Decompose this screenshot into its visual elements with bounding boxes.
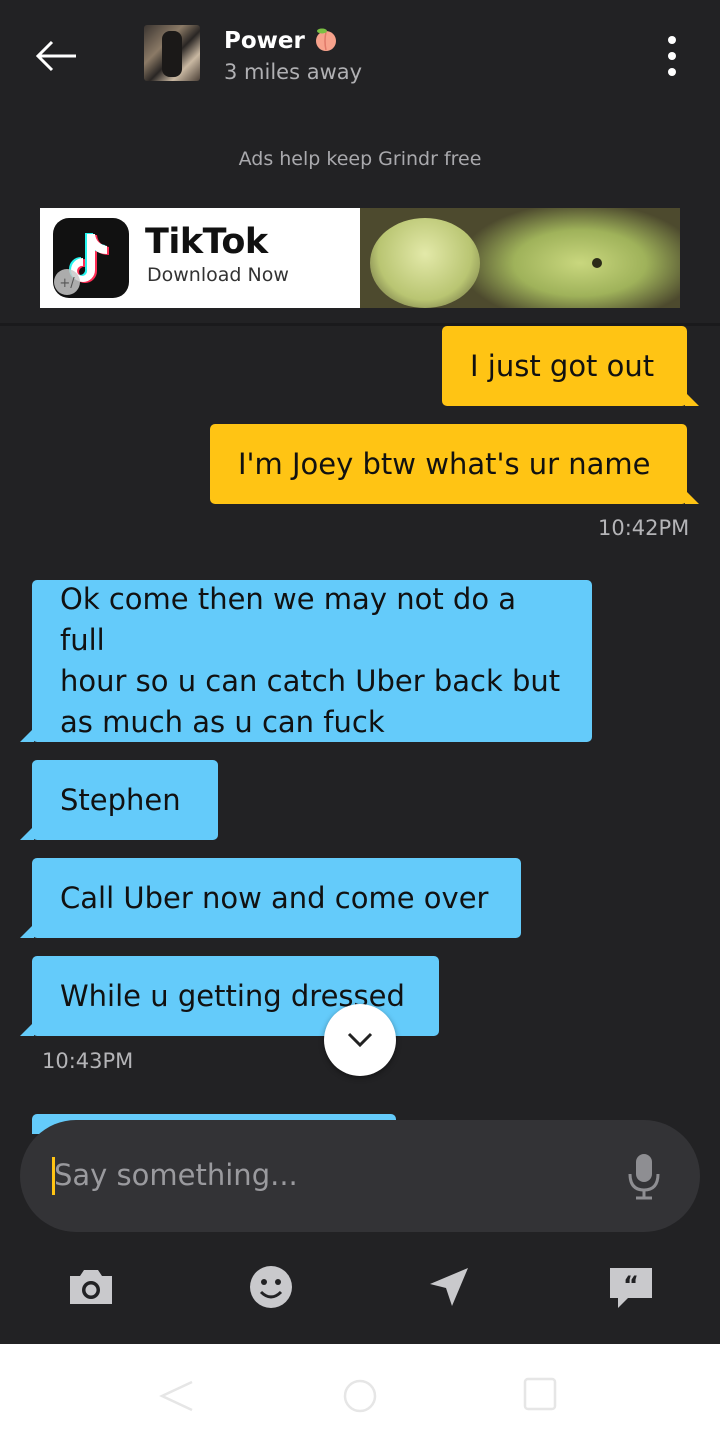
camera-icon[interactable] [66, 1262, 116, 1312]
message-text: Stephen [60, 782, 181, 817]
chevron-down-icon [347, 1032, 373, 1048]
nav-back-icon[interactable] [158, 1380, 194, 1412]
ad-brand: TikTok [145, 222, 268, 262]
emoji-icon[interactable] [246, 1262, 296, 1312]
received-message-bubble[interactable]: Call Uber now and come over [20, 858, 521, 938]
distance-label: 3 miles away [224, 60, 363, 84]
sent-message-bubble[interactable]: I'm Joey btw what's ur name [210, 424, 699, 504]
microphone-icon[interactable] [624, 1152, 664, 1202]
contact-name[interactable]: Power [224, 27, 339, 54]
message-line: Ok come then we may not do a full [60, 582, 517, 657]
saved-phrases-icon[interactable]: “ [606, 1262, 656, 1312]
received-message-bubble[interactable]: Ok come then we may not do a full hour s… [20, 579, 592, 743]
chat-header [0, 0, 720, 112]
location-icon[interactable] [424, 1262, 474, 1312]
back-arrow-icon[interactable] [30, 30, 82, 82]
scroll-to-bottom-button[interactable] [324, 1004, 396, 1076]
message-text: I'm Joey btw what's ur name [238, 446, 651, 481]
contact-name-text: Power [224, 28, 305, 54]
more-options-icon[interactable] [656, 32, 688, 82]
nav-home-icon[interactable] [342, 1378, 378, 1414]
message-line: as much as u can fuck [60, 705, 385, 739]
ad-image [360, 208, 680, 308]
sent-message-bubble[interactable]: I just got out [442, 326, 699, 406]
message-text: I just got out [470, 348, 655, 383]
svg-text:+/: +/ [59, 276, 75, 291]
ad-note: Ads help keep Grindr free [238, 148, 482, 170]
peach-emoji-icon [315, 28, 336, 51]
message-text: Ok come then we may not do a full hour s… [60, 579, 564, 743]
ad-cta: Download Now [147, 264, 289, 286]
profile-avatar[interactable] [144, 25, 200, 81]
message-timestamp: 10:43PM [42, 1049, 134, 1073]
received-message-bubble[interactable]: Stephen [20, 760, 218, 840]
message-text: Call Uber now and come over [60, 880, 489, 915]
ad-banner[interactable]: +/ TikTok Download Now [40, 208, 680, 308]
tiktok-logo-icon: +/ [53, 218, 129, 298]
message-input-placeholder: Say something... [54, 1158, 298, 1192]
message-timestamp: 10:42PM [598, 516, 690, 540]
svg-text:“: “ [623, 1271, 639, 1299]
nav-recents-icon[interactable] [522, 1376, 558, 1412]
message-line: hour so u can catch Uber back but [60, 664, 561, 698]
